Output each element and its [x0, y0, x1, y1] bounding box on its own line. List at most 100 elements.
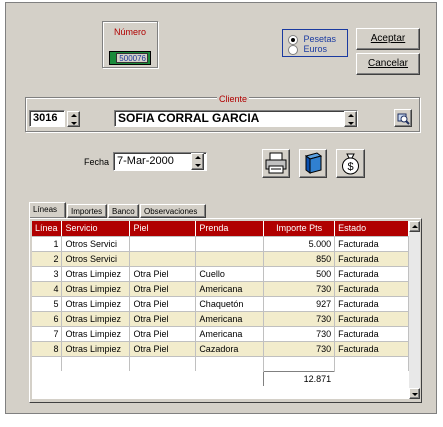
table-row[interactable]: 3 Otras Limpiez Otra Piel Cuello 500 Facturad…	[32, 266, 409, 282]
svg-text:$: $	[347, 161, 353, 173]
table-cell[interactable]: Americana	[195, 311, 265, 327]
table-cell[interactable]	[195, 251, 265, 267]
table-cell[interactable]: 3	[32, 266, 63, 282]
table-cell[interactable]: 4	[32, 281, 63, 297]
lines-table: Línea Servicio Piel Prenda Importe Pts E…	[32, 221, 409, 386]
table-cell[interactable]: 850	[263, 251, 336, 267]
table-row[interactable]: 2 Otros Servici 850 Facturada	[32, 251, 409, 267]
table-cell[interactable]: 6	[32, 311, 63, 327]
cliente-code-spinner[interactable]	[67, 111, 80, 127]
table-cell[interactable]: Americana	[195, 281, 265, 297]
radio-euros-label: Euros	[303, 44, 328, 54]
table-header-row: Línea Servicio Piel Prenda Importe Pts E…	[32, 221, 409, 237]
col-prenda[interactable]: Prenda	[195, 221, 265, 237]
table-cell[interactable]: Otra Piel	[129, 266, 197, 282]
table-cell[interactable]: Otras Limpiez	[61, 266, 131, 282]
table-cell[interactable]	[129, 251, 197, 267]
col-servicio[interactable]: Servicio	[61, 221, 131, 237]
table-cell[interactable]: Otra Piel	[129, 296, 197, 312]
table-cell[interactable]: Facturada	[334, 251, 409, 267]
col-linea[interactable]: Línea	[32, 221, 63, 237]
table-row-empty	[32, 356, 409, 371]
table-cell[interactable]: Facturada	[334, 236, 409, 252]
print-button[interactable]	[262, 149, 290, 178]
table-cell[interactable]: Facturada	[334, 326, 409, 342]
cliente-name-value: SOFIA CORRAL GARCIA	[118, 111, 260, 125]
vertical-scrollbar[interactable]	[409, 221, 420, 399]
table-cell[interactable]: Otras Limpiez	[61, 326, 131, 342]
numero-label: Número	[114, 27, 147, 37]
table-cell[interactable]: 7	[32, 326, 63, 342]
table-cell[interactable]: Cazadora	[195, 341, 265, 357]
table-cell	[129, 356, 197, 371]
tab-banco[interactable]: Banco	[108, 204, 139, 218]
table-row[interactable]: 6 Otras Limpiez Otra Piel Americana 730 Factu…	[32, 311, 409, 327]
table-cell[interactable]: 5.000	[263, 236, 336, 252]
table-cell[interactable]: Facturada	[334, 281, 409, 297]
cliente-name-spinner[interactable]	[344, 111, 357, 127]
table-cell[interactable]: 730	[263, 311, 336, 327]
table-cell[interactable]: Facturada	[334, 296, 409, 312]
table-cell[interactable]: 730	[263, 341, 336, 357]
table-cell[interactable]: Otra Piel	[129, 341, 197, 357]
app-window: Número 500076 Pesetas Euros Aceptar Canc…	[0, 0, 443, 427]
table-row[interactable]: 5 Otras Limpiez Otra Piel Chaquetón 927 Factu…	[32, 296, 409, 312]
cliente-search-button[interactable]	[394, 109, 412, 127]
table-row[interactable]: 7 Otras Limpiez Otra Piel Americana 730 Factu…	[32, 326, 409, 342]
table-cell[interactable]: Otra Piel	[129, 281, 197, 297]
table-cell[interactable]: Otros Servici	[61, 236, 131, 252]
table-cell[interactable]: 730	[263, 281, 336, 297]
table-row[interactable]: 1 Otros Servici 5.000 Facturada	[32, 236, 409, 252]
table-cell[interactable]: Otros Servici	[61, 251, 131, 267]
book-icon	[304, 152, 323, 174]
printer-icon	[265, 152, 287, 174]
radio-euros[interactable]: Euros	[288, 44, 327, 55]
table-cell[interactable]: 730	[263, 326, 336, 342]
table-cell[interactable]: Facturada	[334, 311, 409, 327]
table-cell[interactable]: Americana	[195, 326, 265, 342]
money-button[interactable]: $	[336, 149, 365, 178]
table-cell[interactable]: 500	[263, 266, 336, 282]
cancelar-button[interactable]: Cancelar	[356, 53, 420, 75]
table-cell[interactable]	[195, 236, 265, 252]
aceptar-button[interactable]: Aceptar	[356, 28, 420, 50]
table-cell[interactable]: 2	[32, 251, 63, 267]
table-cell[interactable]: 927	[263, 296, 336, 312]
table-cell[interactable]: Otras Limpiez	[61, 341, 131, 357]
table-cell[interactable]: 5	[32, 296, 63, 312]
table-cell[interactable]: Otra Piel	[129, 311, 197, 327]
table-cell[interactable]: 1	[32, 236, 63, 252]
col-importe[interactable]: Importe Pts	[263, 221, 336, 237]
table-row[interactable]: 4 Otras Limpiez Otra Piel Americana 730 Factu…	[32, 281, 409, 297]
table-cell	[32, 371, 62, 386]
col-estado[interactable]: Estado	[334, 221, 409, 237]
tab-observaciones-label: Observaciones	[144, 207, 198, 216]
table-cell[interactable]: 8	[32, 341, 63, 357]
table-cell[interactable]: Otra Piel	[129, 326, 197, 342]
table-cell[interactable]: Chaquetón	[195, 296, 265, 312]
table-cell[interactable]: Otras Limpiez	[61, 296, 131, 312]
scroll-up-button[interactable]	[409, 221, 420, 232]
table-cell[interactable]	[129, 236, 197, 252]
table-cell[interactable]: Facturada	[334, 266, 409, 282]
radio-euros-indicator[interactable]	[288, 44, 298, 55]
cliente-label: Cliente	[217, 94, 250, 104]
tab-importes-label: Importes	[71, 207, 103, 216]
table-cell[interactable]: Cuello	[195, 266, 265, 282]
table-cell[interactable]: Facturada	[334, 341, 409, 357]
table-cell[interactable]: Otras Limpiez	[61, 281, 131, 297]
table-row[interactable]: 8 Otras Limpiez Otra Piel Cazadora 730 Factur…	[32, 341, 409, 357]
book-button[interactable]	[299, 149, 327, 178]
tab-lineas[interactable]: Líneas	[29, 202, 66, 218]
cliente-code-value: 3016	[33, 112, 58, 124]
table-cell	[196, 371, 264, 386]
fecha-label: Fecha	[84, 157, 110, 167]
tab-importes[interactable]: Importes	[67, 204, 107, 218]
tab-lineas-label: Líneas	[33, 205, 58, 214]
tab-observaciones[interactable]: Observaciones	[140, 204, 206, 218]
col-piel[interactable]: Piel	[129, 221, 197, 237]
scroll-down-button[interactable]	[409, 388, 420, 399]
table-cell[interactable]: Otras Limpiez	[61, 311, 131, 327]
table-cell	[334, 356, 409, 371]
fecha-spinner[interactable]	[191, 153, 204, 170]
